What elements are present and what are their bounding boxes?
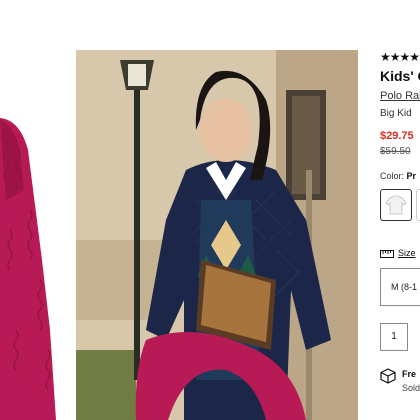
package-icon (380, 368, 396, 384)
sale-price: $29.75 (380, 130, 414, 142)
brand-link[interactable]: Polo Ral (380, 90, 420, 102)
original-price: $59.50 (380, 146, 411, 157)
color-swatch-second[interactable] (416, 189, 420, 221)
product-image-sweater[interactable] (0, 50, 68, 420)
shipping-title: Fre (402, 369, 417, 379)
size-guide-link[interactable]: Size (380, 248, 416, 259)
model-photo-illustration (76, 50, 358, 420)
product-image-gallery (0, 50, 358, 420)
white-sweater-thumbnail-icon (385, 195, 407, 215)
product-image-main[interactable] (76, 50, 358, 420)
pink-sweater-illustration (0, 50, 68, 420)
color-value: Pr (406, 171, 417, 181)
ruler-icon (380, 249, 394, 258)
quantity-stepper[interactable]: 1 (380, 323, 408, 351)
rating-stars[interactable]: ★★★★★ (380, 50, 420, 64)
shipping-subtitle: Sold (402, 383, 420, 393)
size-group-label: Big Kid (380, 108, 412, 119)
product-info-panel: ★★★★★ Kids' C Polo Ral Big Kid $29.75 $5… (380, 50, 420, 420)
color-swatch-white[interactable] (380, 189, 412, 221)
size-select[interactable]: M (8-1 (380, 268, 420, 306)
product-title: Kids' C (380, 68, 420, 84)
size-guide-label: Size (398, 248, 416, 258)
color-label-row: Color: Pr (380, 171, 416, 181)
color-label: Color: (380, 171, 405, 181)
